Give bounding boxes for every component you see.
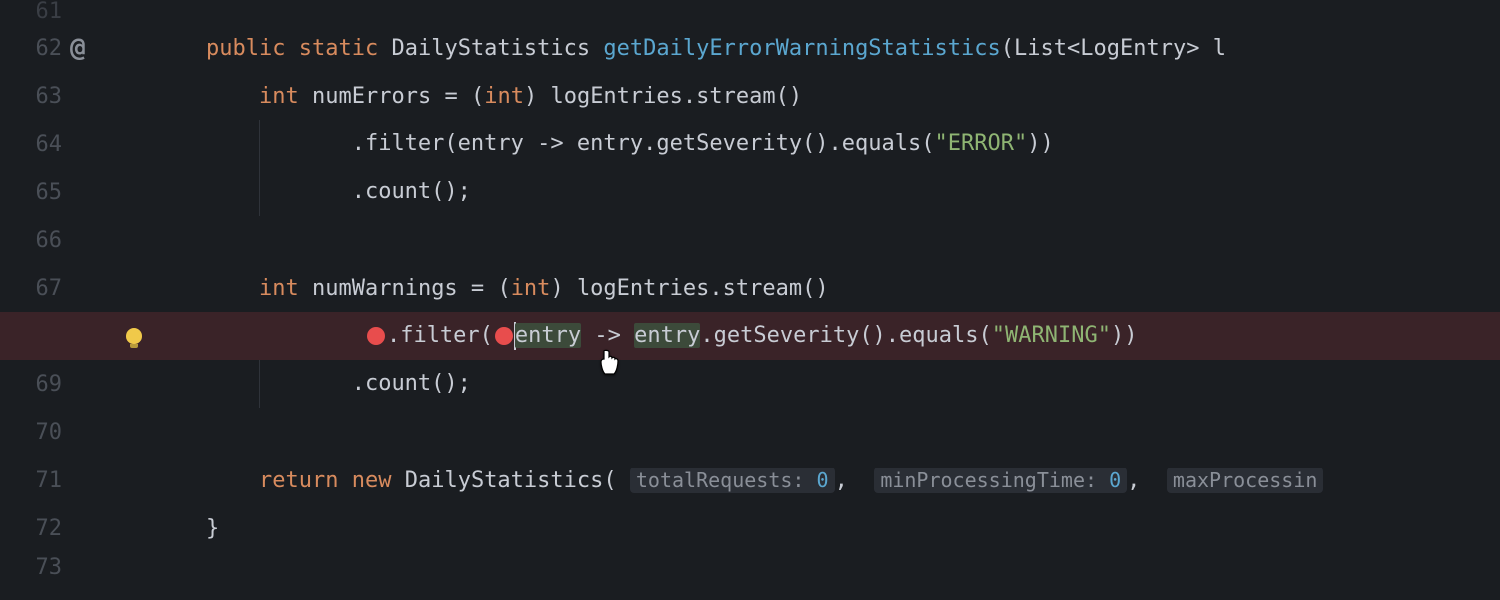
var-name: numErrors [312, 84, 431, 109]
line-number: 64 [0, 132, 70, 157]
line-number: 73 [0, 555, 70, 580]
string-literal: "WARNING" [992, 323, 1111, 348]
inlay-hint: maxProcessin [1167, 468, 1324, 493]
line-number: 72 [0, 516, 70, 541]
line-number: 63 [0, 84, 70, 109]
signature-tail: (List<LogEntry> l [1001, 36, 1226, 61]
keyword-return: return [259, 468, 338, 493]
code-content[interactable]: public static DailyStatistics getDailyEr… [206, 36, 1500, 61]
keyword-int-cast: int [484, 84, 524, 109]
lambda-body: entry.getSeverity().equals( [577, 131, 935, 156]
code-line[interactable]: 67 int numWarnings = (int) logEntries.st… [0, 264, 1500, 312]
keyword-static: static [299, 36, 378, 61]
code-content[interactable]: int numErrors = (int) logEntries.stream(… [206, 84, 1500, 109]
code-line[interactable]: 62 @ public static DailyStatistics getDa… [0, 24, 1500, 72]
filter-call: .filter( [352, 131, 458, 156]
lightbulb-icon[interactable] [126, 328, 142, 344]
override-icon[interactable]: @ [70, 33, 86, 63]
code-line[interactable]: 69 .count(); [0, 360, 1500, 408]
code-line[interactable]: 72 } [0, 504, 1500, 552]
left-margin[interactable] [126, 328, 206, 344]
line-number: 62 [0, 36, 70, 61]
code-line[interactable]: 65 .count(); [0, 168, 1500, 216]
close-brace: } [206, 516, 219, 541]
code-line[interactable]: 70 [0, 408, 1500, 456]
inline-breakpoint-icon[interactable] [495, 327, 513, 345]
inlay-hint: minProcessingTime: 0 [874, 468, 1127, 493]
keyword-new: new [352, 468, 392, 493]
code-line[interactable]: 61 [0, 0, 1500, 24]
method-name: getDailyErrorWarningStatistics [603, 36, 1000, 61]
code-line[interactable]: 66 [0, 216, 1500, 264]
var-name: numWarnings [312, 276, 458, 301]
stream-call: logEntries.stream() [550, 84, 802, 109]
code-content[interactable]: .filter(entry -> entry.getSeverity().equ… [206, 322, 1500, 350]
code-content[interactable]: .count(); [206, 168, 1500, 216]
lambda-param: entry [515, 323, 581, 348]
keyword-int: int [259, 276, 299, 301]
code-content[interactable]: } [206, 516, 1500, 541]
gutter-margin[interactable]: @ [70, 33, 126, 63]
constructor-call: DailyStatistics( [405, 468, 617, 493]
code-line[interactable]: 71 return new DailyStatistics( totalRequ… [0, 456, 1500, 504]
code-editor[interactable]: 61 62 @ public static DailyStatistics ge… [0, 0, 1500, 600]
code-content[interactable]: .filter(entry -> entry.getSeverity().equ… [206, 120, 1500, 168]
lambda-param: entry [458, 131, 524, 156]
inline-breakpoint-icon[interactable] [367, 327, 385, 345]
inlay-hint: totalRequests: 0 [630, 468, 835, 493]
string-literal: "ERROR" [935, 131, 1028, 156]
line-number: 65 [0, 180, 70, 205]
code-content[interactable]: int numWarnings = (int) logEntries.strea… [206, 276, 1500, 301]
stream-call: logEntries.stream() [577, 276, 829, 301]
filter-call: .filter( [387, 323, 493, 348]
line-number: 71 [0, 468, 70, 493]
keyword-public: public [206, 36, 285, 61]
return-type: DailyStatistics [391, 36, 590, 61]
line-number: 61 [0, 0, 70, 24]
line-number: 66 [0, 228, 70, 253]
code-line[interactable]: 63 int numErrors = (int) logEntries.stre… [0, 72, 1500, 120]
line-number: 67 [0, 276, 70, 301]
keyword-int: int [259, 84, 299, 109]
line-number: 70 [0, 420, 70, 445]
code-line[interactable]: 73 [0, 552, 1500, 582]
lambda-expr: entry [634, 323, 700, 348]
count-call: .count(); [352, 179, 471, 204]
code-line[interactable]: 64 .filter(entry -> entry.getSeverity().… [0, 120, 1500, 168]
keyword-int-cast: int [511, 276, 551, 301]
code-line-active[interactable]: .filter(entry -> entry.getSeverity().equ… [0, 312, 1500, 360]
code-content[interactable]: .count(); [206, 360, 1500, 408]
count-call: .count(); [352, 371, 471, 396]
line-number: 69 [0, 372, 70, 397]
code-content[interactable]: return new DailyStatistics( totalRequest… [206, 468, 1500, 493]
